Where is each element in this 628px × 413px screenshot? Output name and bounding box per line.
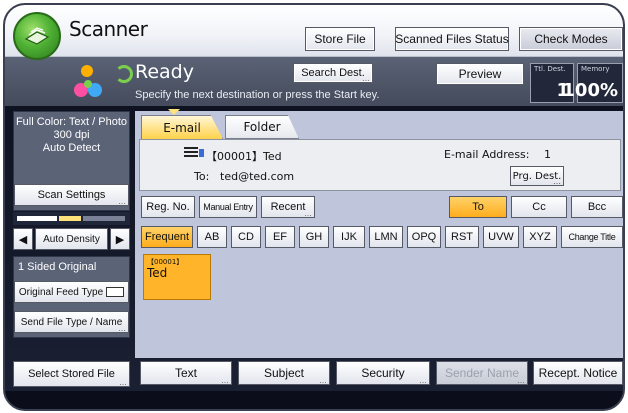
program-destination-button[interactable]: Prg. Dest. [510,166,564,186]
manual-entry-button[interactable]: Manual Entry [199,196,257,218]
scan-settings-panel: Full Color: Text / Photo 300 dpi Auto De… [13,111,130,391]
category-cd[interactable]: CD [231,226,261,248]
destination-email: ted@ted.com [220,170,295,183]
auto-density-button[interactable]: Auto Density [35,228,108,250]
category-gh[interactable]: GH [299,226,329,248]
entry-name: Ted [147,266,168,280]
memory-label: Memory [581,65,610,73]
instruction-text: Specify the next destination or press th… [135,89,380,101]
bottom-options-row: Text Subject Security Sender Name Recept… [5,361,623,391]
footer-bar [5,391,623,409]
density-decrease-button[interactable]: ◀ [13,228,33,250]
tab-folder-label: Folder [243,120,281,134]
category-frequent[interactable]: Frequent [141,226,193,248]
arrow-right-icon: ▶ [115,232,125,246]
ready-indicator-icon [115,65,133,83]
original-feed-type-button[interactable]: Original Feed Type [14,281,129,303]
category-ef[interactable]: EF [265,226,295,248]
scan-size: Auto Detect [42,142,101,154]
cc-button[interactable]: Cc [511,196,567,218]
change-title-button[interactable]: Change Title [561,226,623,248]
feed-type-icon [106,287,125,297]
original-feed-type-label: Original Feed Type [18,286,104,298]
reception-notice-button[interactable]: Recept. Notice [533,361,623,385]
user-status-icon [74,65,102,97]
resolution: 300 dpi [53,129,90,141]
selected-destination-area: 【00001】Ted To: ted@ted.com E-mail Addres… [139,139,621,191]
settings-summary: Full Color: Text / Photo 300 dpi Auto De… [13,111,130,211]
color-mode: Full Color: Text / Photo [15,116,128,128]
ready-status: Ready [135,61,194,83]
density-increase-button[interactable]: ▶ [110,228,130,250]
tab-folder[interactable]: Folder [225,115,299,139]
to-button[interactable]: To [449,196,507,218]
density-indicator [13,212,130,225]
text-button[interactable]: Text [140,361,232,385]
send-file-type-button[interactable]: Send File Type / Name [14,311,129,333]
category-uvw[interactable]: UVW [483,226,519,248]
category-opq[interactable]: OPQ [407,226,441,248]
memory-counter: Memory 100% [562,63,623,103]
scanner-screen: Scanner Store File Scanned Files Status … [3,3,625,411]
check-modes-button[interactable]: Check Modes [519,27,623,51]
scanned-files-status-button[interactable]: Scanned Files Status [395,27,509,51]
scanner-app-icon [13,12,61,60]
tab-email[interactable]: E-mail [141,115,223,139]
destination-panel: E-mail Folder 【00001】Ted To: ted@ted.com… [135,109,623,358]
category-ab[interactable]: AB [197,226,227,248]
security-button[interactable]: Security [336,361,430,385]
recent-button[interactable]: Recent [261,196,315,218]
original-settings-box: 1 Sided Original Original Feed Type Send… [13,256,130,338]
subject-button[interactable]: Subject [238,361,330,385]
sender-name-button[interactable]: Sender Name [436,361,528,385]
destination-name: 【00001】Ted [206,150,282,163]
search-destination-button[interactable]: Search Dest. [293,63,373,83]
sided-original-label: 1 Sided Original [18,261,97,273]
arrow-left-icon: ◀ [18,232,28,246]
category-rst[interactable]: RST [445,226,479,248]
bcc-button[interactable]: Bcc [571,196,623,218]
email-address-count: 1 [544,148,551,161]
memory-value: 100% [562,80,618,101]
category-ijk[interactable]: IJK [333,226,365,248]
store-file-button[interactable]: Store File [305,27,375,51]
destination-list-icon [184,147,204,157]
density-controls: ◀ Auto Density ▶ [13,228,130,250]
preview-button[interactable]: Preview [436,63,524,85]
ttl-dest-label: Ttl. Dest. [534,65,566,73]
category-lmn[interactable]: LMN [369,226,403,248]
to-label: To: [194,170,210,183]
tab-email-label: E-mail [163,120,201,135]
reg-no-button[interactable]: Reg. No. [141,196,195,218]
destination-entry-ted[interactable]: 【00001】 Ted [143,254,211,300]
email-address-label: E-mail Address: [444,148,530,161]
active-tab-marker-icon [168,109,180,115]
category-xyz[interactable]: XYZ [523,226,557,248]
app-title: Scanner [69,17,148,41]
scan-settings-button[interactable]: Scan Settings [14,184,129,206]
